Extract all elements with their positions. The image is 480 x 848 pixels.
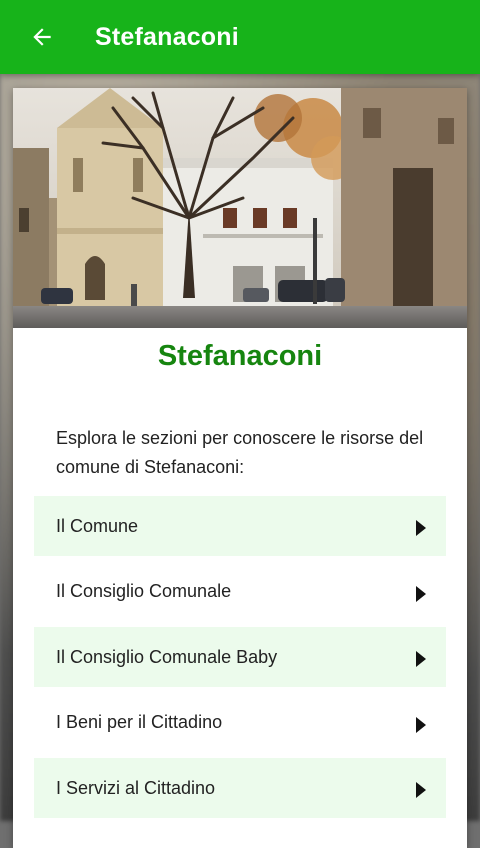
triangle-right-icon — [416, 520, 426, 536]
card-title: Stefanaconi — [157, 340, 323, 372]
menu-item-il-comune[interactable]: Il Comune — [34, 496, 446, 556]
menu-item-beni-cittadino[interactable]: I Beni per il Cittadino — [34, 693, 446, 753]
triangle-right-icon — [416, 782, 426, 798]
menu-item-servizi-cittadino[interactable]: I Servizi al Cittadino — [34, 758, 446, 818]
app-bar-title: Stefanaconi — [95, 22, 239, 51]
app-bar: Stefanaconi — [0, 0, 480, 74]
menu-item-label: I Beni per il Cittadino — [56, 712, 223, 732]
back-button[interactable] — [20, 15, 64, 59]
menu-item-label: Il Comune — [56, 515, 139, 536]
menu-item-consiglio-comunale-baby[interactable]: Il Consiglio Comunale Baby — [34, 627, 446, 687]
triangle-right-icon — [416, 585, 426, 602]
menu-item-label: Il Consiglio Comunale Baby — [56, 646, 278, 667]
menu-item-label: I Servizi al Cittadino — [56, 777, 216, 798]
arrow-left-icon — [33, 28, 51, 46]
town-square-photo — [13, 88, 467, 328]
menu-item-consiglio-comunale[interactable]: Il Consiglio Comunale — [34, 562, 446, 622]
triangle-right-icon — [416, 716, 426, 733]
intro-text: Esplora le sezioni per conoscere le riso… — [56, 428, 424, 477]
section-menu: Il Comune Il Consiglio Comunale Il Consi… — [34, 496, 446, 824]
content-card: Stefanaconi Esplora le sezioni per conos… — [13, 88, 467, 848]
menu-item-label: Il Consiglio Comunale — [56, 581, 232, 601]
triangle-right-icon — [416, 651, 426, 667]
